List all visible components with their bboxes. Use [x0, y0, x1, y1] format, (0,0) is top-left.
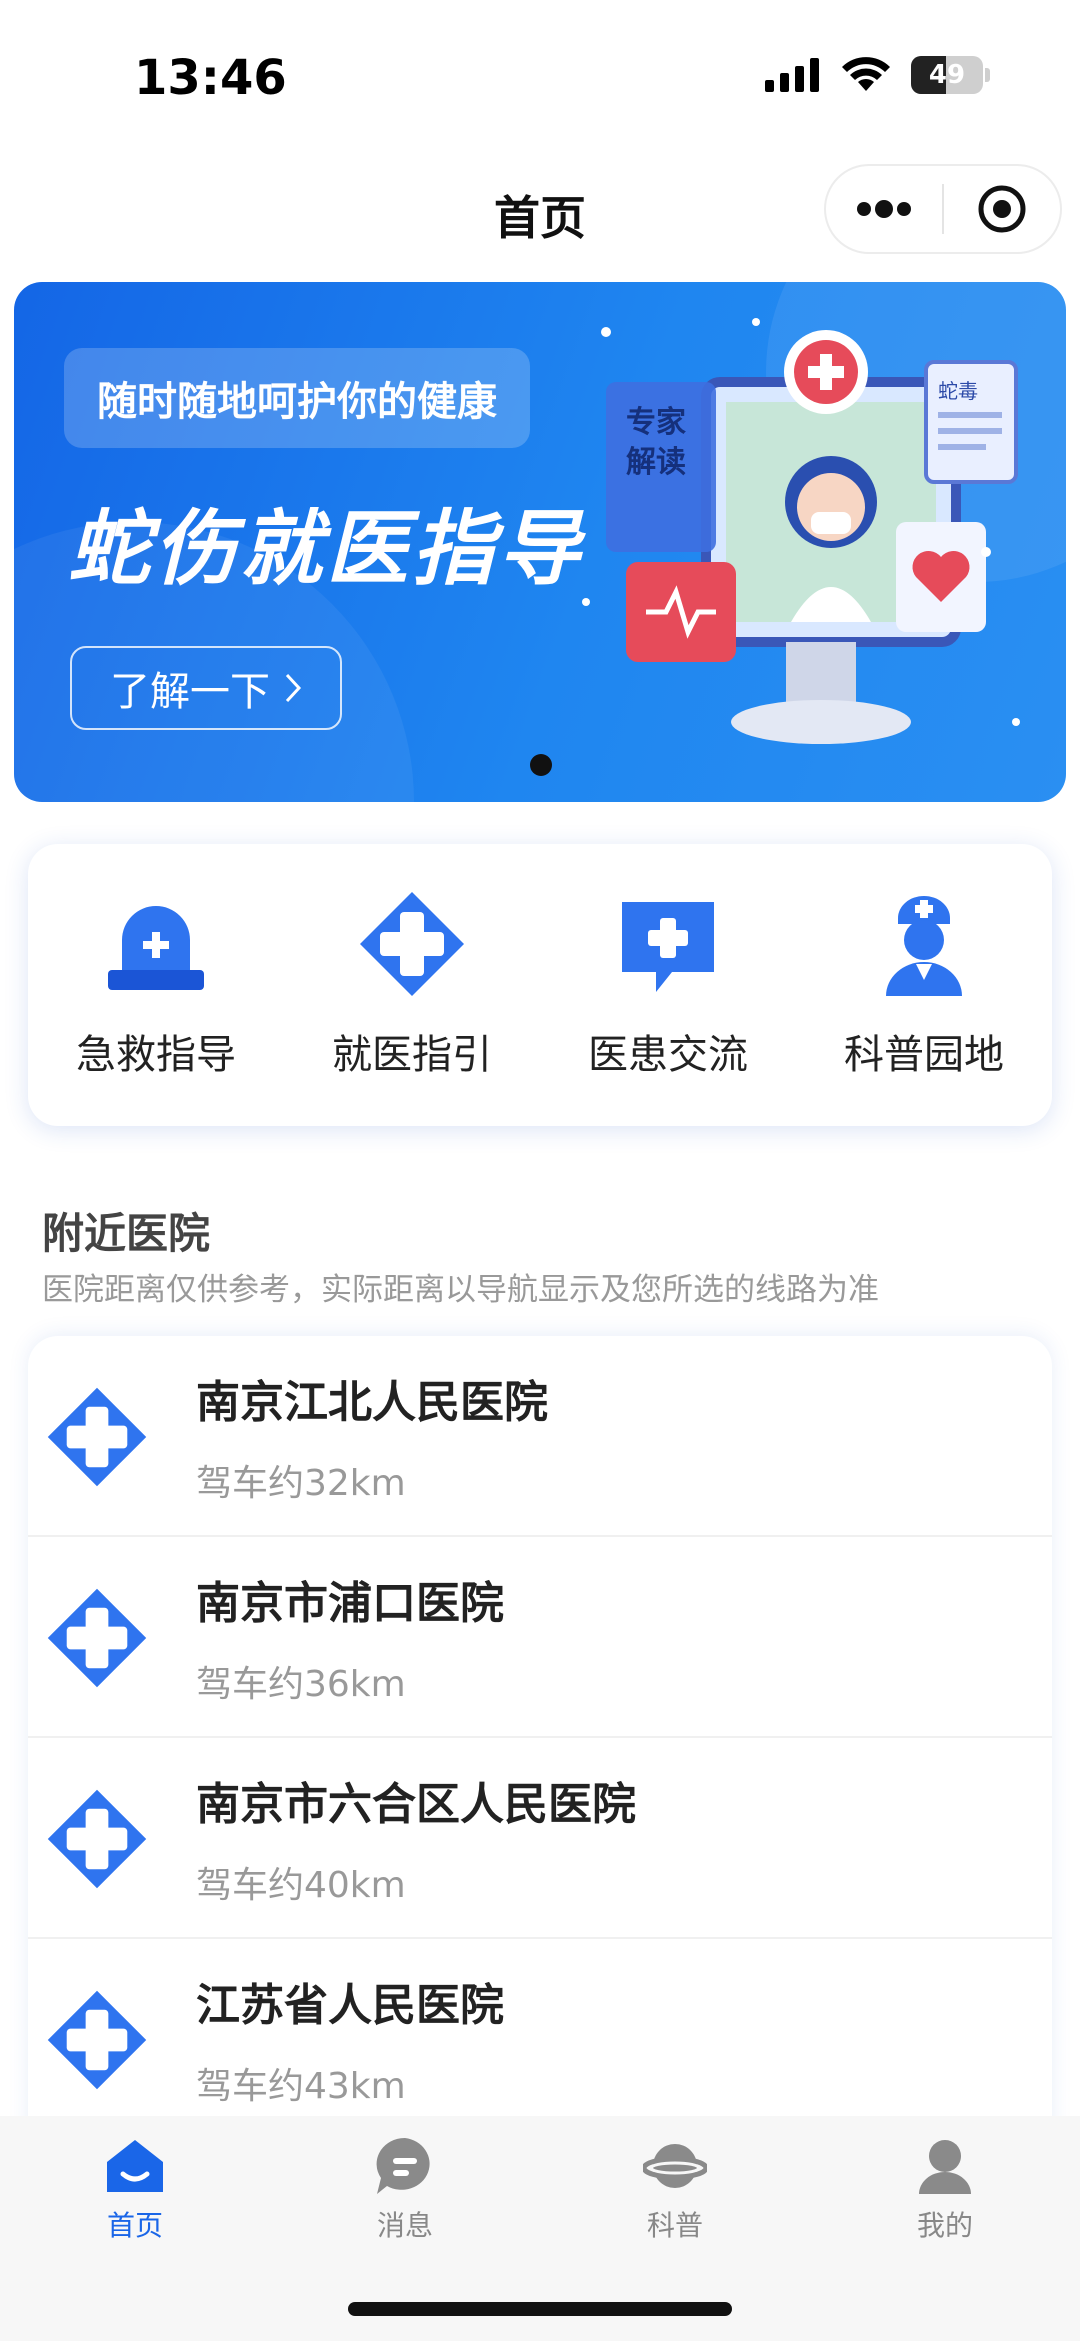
hospital-list-item[interactable]: 南京市浦口医院 驾车约36km	[28, 1537, 1052, 1738]
hospital-cross-icon	[47, 1588, 147, 1688]
hospital-name: 南京市浦口医院	[196, 1578, 504, 1629]
illus-label-interpret: 解读	[626, 445, 686, 480]
hospital-list: 南京江北人民医院 驾车约32km 南京市浦口医院 驾车约36km 南京市六合区人…	[28, 1336, 1052, 2236]
quick-entry-label: 急救指导	[76, 1032, 236, 1078]
quick-entry-label: 医患交流	[588, 1032, 748, 1078]
hospital-cross-icon	[47, 1789, 147, 1889]
tab-label: 我的	[916, 2209, 973, 2242]
nearby-hospitals-title: 附近医院	[42, 1209, 211, 1258]
more-dots-icon	[857, 200, 911, 218]
quick-entry-science[interactable]: 科普园地	[814, 888, 1034, 1080]
more-button[interactable]	[826, 166, 942, 252]
chat-cross-icon	[622, 902, 714, 992]
banner-snakebite-guide[interactable]: 随时随地呵护你的健康 蛇伤就医指导 了解一下 专家 解读 蛇毒	[14, 282, 1066, 802]
tab-messages[interactable]: 消息	[270, 2134, 540, 2244]
banner-tag: 随时随地呵护你的健康	[64, 348, 530, 448]
quick-entry-first-aid[interactable]: 急救指导	[46, 888, 266, 1080]
hospital-name: 南京江北人民医院	[196, 1377, 548, 1428]
chevron-right-icon	[285, 673, 302, 703]
doctor-monitor-illustration: 专家 解读 蛇毒	[582, 318, 1020, 744]
planet-icon	[643, 2144, 707, 2188]
hospital-distance: 驾车约43km	[196, 2066, 406, 2107]
home-indicator[interactable]	[348, 2302, 732, 2316]
quick-entry-label: 就医指引	[332, 1032, 492, 1078]
doctor-icon	[886, 896, 962, 996]
hospital-distance: 驾车约32km	[196, 1463, 406, 1504]
quick-entry-label: 科普园地	[844, 1032, 1004, 1078]
learn-more-label: 了解一下	[110, 669, 270, 715]
medical-cross-icon	[360, 892, 464, 996]
tab-mine[interactable]: 我的	[810, 2134, 1080, 2244]
battery-level: 49	[928, 60, 966, 90]
learn-more-button[interactable]: 了解一下	[70, 646, 342, 730]
illus-label-expert: 专家	[626, 405, 686, 440]
signal-icon	[765, 58, 819, 92]
tab-home[interactable]: 首页	[0, 2134, 270, 2244]
hospital-list-item[interactable]: 南京市六合区人民医院 驾车约40km	[28, 1738, 1052, 1939]
hospital-distance: 驾车约36km	[196, 1664, 406, 1705]
wifi-icon	[842, 57, 890, 91]
user-icon	[919, 2140, 971, 2194]
tab-label: 科普	[646, 2209, 703, 2242]
tab-label: 消息	[376, 2209, 433, 2242]
message-icon	[376, 2137, 430, 2194]
hospital-name: 南京市六合区人民医院	[196, 1779, 636, 1830]
quick-entries-card: 急救指导 就医指引 医患交流 科普园地	[28, 844, 1052, 1126]
nav-bar: 首页	[0, 160, 1080, 260]
tab-label: 首页	[106, 2209, 163, 2242]
nearby-hospitals-note: 医院距离仅供参考，实际距离以导航显示及您所选的线路为准	[42, 1272, 879, 1308]
alarm-light-icon	[108, 906, 204, 990]
status-time: 13:46	[134, 50, 287, 106]
hospital-cross-icon	[47, 1387, 147, 1487]
home-icon	[107, 2140, 163, 2192]
close-mini-program-button[interactable]	[944, 166, 1060, 252]
carousel-indicator-dot[interactable]	[530, 754, 552, 776]
tab-science[interactable]: 科普	[540, 2134, 810, 2244]
target-circle-icon	[978, 185, 1026, 233]
illus-label-venom: 蛇毒	[938, 379, 978, 403]
hospital-cross-icon	[47, 1990, 147, 2090]
status-bar: 13:46 49	[0, 0, 1080, 150]
hospital-list-item[interactable]: 南京江北人民医院 驾车约32km	[28, 1336, 1052, 1537]
hospital-distance: 驾车约40km	[196, 1865, 406, 1906]
status-icons: 49	[765, 56, 990, 94]
battery-icon: 49	[911, 56, 983, 94]
mini-program-capsule	[824, 164, 1062, 254]
quick-entry-doctor-chat[interactable]: 医患交流	[558, 888, 778, 1080]
quick-entry-medical-guide[interactable]: 就医指引	[302, 888, 522, 1080]
banner-title: 蛇伤就医指导	[68, 502, 584, 597]
hospital-list-item[interactable]: 江苏省人民医院 驾车约43km	[28, 1939, 1052, 2140]
hospital-name: 江苏省人民医院	[196, 1980, 504, 2031]
